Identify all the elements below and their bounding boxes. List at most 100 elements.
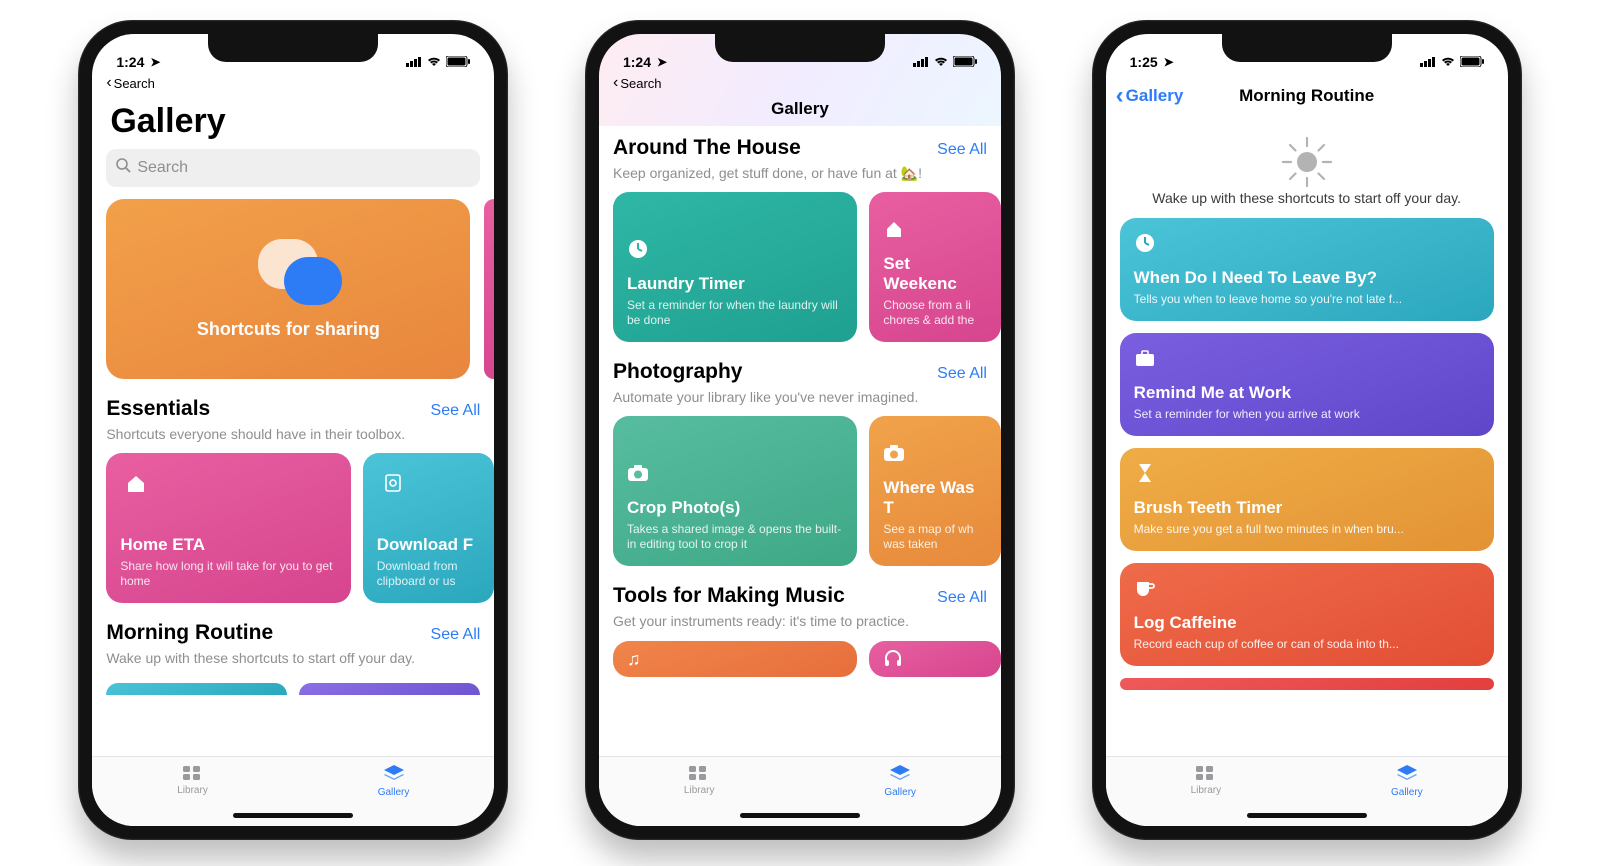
- card-brush-teeth[interactable]: Brush Teeth Timer Make sure you get a fu…: [1120, 448, 1494, 551]
- briefcase-icon: [1134, 347, 1156, 369]
- see-all-photo[interactable]: See All: [937, 365, 987, 383]
- search-placeholder: Search: [137, 159, 188, 177]
- tab-label: Gallery: [884, 787, 916, 798]
- card-log-caffeine[interactable]: Log Caffeine Record each cup of coffee o…: [1120, 563, 1494, 666]
- card-title: Log Caffeine: [1134, 613, 1480, 633]
- section-sub-essentials: Shortcuts everyone should have in their …: [106, 423, 494, 453]
- card-peek[interactable]: [106, 683, 287, 695]
- hero-card-sharing[interactable]: Shortcuts for sharing: [106, 199, 470, 379]
- status-icons: [406, 54, 470, 70]
- see-all-house[interactable]: See All: [937, 141, 987, 159]
- card-music-peek-2[interactable]: [869, 641, 1001, 677]
- wifi-icon: [426, 54, 442, 70]
- hero-card-peek[interactable]: [484, 199, 494, 379]
- intro-text: Wake up with these shortcuts to start of…: [1152, 190, 1461, 206]
- back-button[interactable]: ‹ Gallery: [1116, 82, 1184, 110]
- section-sub-house: Keep organized, get stuff done, or have …: [613, 162, 1001, 192]
- card-desc: Tells you when to leave home so you're n…: [1134, 292, 1480, 307]
- signal-icon: [1420, 54, 1436, 70]
- home-indicator[interactable]: [233, 813, 353, 818]
- notch: [208, 34, 378, 62]
- screen-morning-routine: 1:25 ➤ ‹ Gallery Morning Routine: [1106, 34, 1508, 826]
- card-where-was[interactable]: Where Was T See a map of wh was taken: [869, 416, 1001, 566]
- card-title: When Do I Need To Leave By?: [1134, 268, 1480, 288]
- section-title-essentials: Essentials: [106, 397, 210, 421]
- nav-title: Morning Routine: [1239, 86, 1374, 106]
- card-set-weekend[interactable]: Set Weekenc Choose from a li chores & ad…: [869, 192, 1001, 342]
- card-home-eta[interactable]: Home ETA Share how long it will take for…: [106, 453, 350, 603]
- tab-bar: Library Gallery: [599, 756, 1001, 826]
- status-time: 1:24: [116, 54, 144, 70]
- section-title-morning: Morning Routine: [106, 621, 273, 645]
- card-peek[interactable]: [299, 683, 480, 695]
- card-music-peek-1[interactable]: ♫: [613, 641, 857, 677]
- chat-bubble-front-icon: [284, 257, 342, 305]
- search-input[interactable]: Search: [106, 149, 480, 187]
- tab-gallery[interactable]: Gallery: [1391, 763, 1423, 798]
- tab-gallery[interactable]: Gallery: [884, 763, 916, 798]
- card-title: Laundry Timer: [627, 274, 843, 294]
- card-desc: Set a reminder for when the laundry will…: [627, 298, 843, 328]
- see-all-morning[interactable]: See All: [431, 626, 481, 644]
- card-desc: Make sure you get a full two minutes in …: [1134, 522, 1480, 537]
- chevron-left-icon: ‹: [1116, 82, 1124, 110]
- back-to-search[interactable]: ‹ Search: [92, 72, 494, 96]
- nav-bar: ‹ Gallery Morning Routine: [1106, 76, 1508, 116]
- signal-icon: [406, 54, 422, 70]
- card-crop-photos[interactable]: Crop Photo(s) Takes a shared image & ope…: [613, 416, 857, 566]
- clock-icon: [627, 238, 649, 260]
- tab-library[interactable]: Library: [684, 763, 715, 796]
- see-all-essentials[interactable]: See All: [431, 402, 481, 420]
- coffee-icon: [1134, 577, 1156, 599]
- home-icon: [883, 218, 905, 240]
- hero-title: Shortcuts for sharing: [197, 319, 380, 340]
- notch: [1222, 34, 1392, 62]
- tab-bar: Library Gallery: [1106, 756, 1508, 826]
- tab-label: Gallery: [1391, 787, 1423, 798]
- phone-2: 1:24 ➤ ‹ Search Gallery Around The House: [585, 20, 1015, 840]
- clock-icon: [1134, 232, 1156, 254]
- camera-icon: [627, 462, 649, 484]
- card-desc: See a map of wh was taken: [883, 522, 987, 552]
- tab-gallery[interactable]: Gallery: [378, 763, 410, 798]
- battery-icon: [446, 54, 470, 70]
- back-to-search[interactable]: ‹ Search: [599, 72, 1001, 96]
- status-time: 1:25: [1130, 54, 1158, 70]
- wifi-icon: [1440, 54, 1456, 70]
- card-title: Home ETA: [120, 535, 336, 555]
- section-sub-morning: Wake up with these shortcuts to start of…: [106, 647, 494, 677]
- card-download[interactable]: Download F Download from clipboard or us: [363, 453, 495, 603]
- screen-gallery-scroll: 1:24 ➤ ‹ Search Gallery Around The House: [599, 34, 1001, 826]
- see-all-music[interactable]: See All: [937, 589, 987, 607]
- card-peek[interactable]: [1120, 678, 1494, 690]
- location-icon: ➤: [657, 55, 667, 69]
- gallery-scroll[interactable]: Around The House See All Keep organized,…: [599, 126, 1001, 756]
- intro-area: Wake up with these shortcuts to start of…: [1106, 116, 1508, 218]
- tab-label: Gallery: [378, 787, 410, 798]
- chevron-left-icon: ‹: [613, 74, 618, 92]
- card-laundry-timer[interactable]: Laundry Timer Set a reminder for when th…: [613, 192, 857, 342]
- nav-title: Gallery: [771, 99, 829, 119]
- card-remind-work[interactable]: Remind Me at Work Set a reminder for whe…: [1120, 333, 1494, 436]
- card-title: Where Was T: [883, 478, 987, 518]
- back-label: Search: [620, 76, 661, 91]
- section-title-house: Around The House: [613, 136, 801, 160]
- tab-library[interactable]: Library: [1191, 763, 1222, 796]
- section-sub-photo: Automate your library like you've never …: [613, 386, 1001, 416]
- tab-bar: Library Gallery: [92, 756, 494, 826]
- card-leave-by[interactable]: When Do I Need To Leave By? Tells you wh…: [1120, 218, 1494, 321]
- tab-label: Library: [177, 785, 208, 796]
- tab-label: Library: [1191, 785, 1222, 796]
- section-title-photo: Photography: [613, 360, 743, 384]
- notch: [715, 34, 885, 62]
- card-desc: Share how long it will take for you to g…: [120, 559, 336, 589]
- home-indicator[interactable]: [740, 813, 860, 818]
- headphones-icon: [883, 649, 987, 672]
- screen-gallery-home: 1:24 ➤ ‹ Search Gallery Search: [92, 34, 494, 826]
- tab-library[interactable]: Library: [177, 763, 208, 796]
- chevron-left-icon: ‹: [106, 74, 111, 92]
- home-indicator[interactable]: [1247, 813, 1367, 818]
- tab-label: Library: [684, 785, 715, 796]
- card-title: Remind Me at Work: [1134, 383, 1480, 403]
- gallery-scroll[interactable]: Shortcuts for sharing Essentials See All…: [92, 199, 494, 756]
